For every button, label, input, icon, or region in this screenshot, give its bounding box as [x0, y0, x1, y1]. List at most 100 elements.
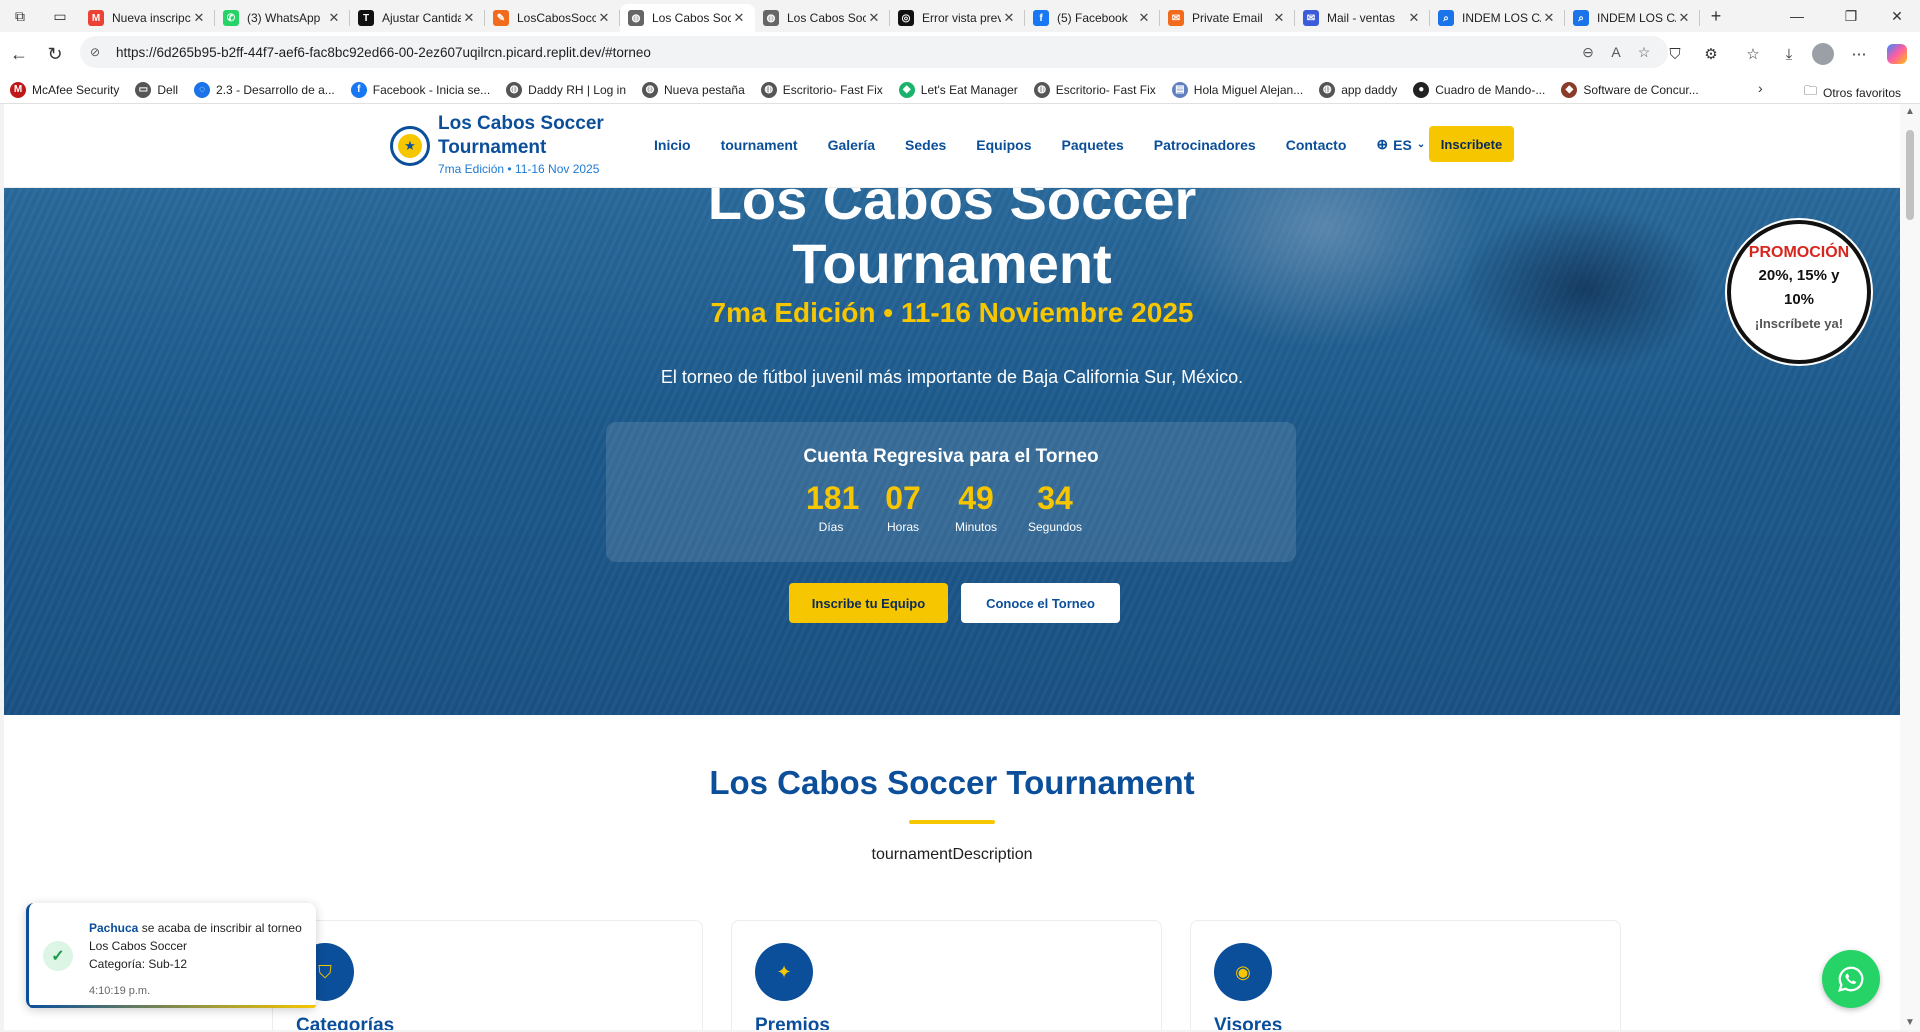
bookmark-item[interactable]: M McAfee Security: [10, 81, 120, 98]
more-menu-icon[interactable]: ⋯: [1845, 40, 1873, 68]
tab-close-icon[interactable]: ✕: [1271, 10, 1287, 26]
tab-title: INDEM LOS CABOS: [1597, 11, 1676, 25]
site-info-icon[interactable]: ⊘: [90, 45, 106, 59]
whatsapp-button[interactable]: [1822, 950, 1880, 1008]
zoom-icon[interactable]: ⊖: [1574, 44, 1602, 61]
bookmark-item[interactable]: ◍ Escritorio- Fast Fix: [760, 81, 883, 98]
browser-tab[interactable]: T Ajustar Cantidad✕: [350, 4, 485, 32]
tab-close-icon[interactable]: ✕: [1676, 10, 1692, 26]
vertical-tabs-icon[interactable]: ▭: [40, 0, 80, 32]
register-team-button[interactable]: Inscribe tu Equipo: [789, 583, 948, 623]
tab-close-icon[interactable]: ✕: [1541, 10, 1557, 26]
countdown-days-value: 181: [806, 480, 860, 516]
bookmark-favicon-icon: ▤: [1171, 81, 1188, 98]
nav-item-sedes[interactable]: Sedes: [905, 137, 946, 153]
bookmark-item[interactable]: ◍ Nueva pestaña: [642, 81, 745, 98]
learn-tournament-button[interactable]: Conoce el Torneo: [961, 583, 1120, 623]
tab-title: (3) WhatsApp: [247, 11, 321, 25]
tab-close-icon[interactable]: ✕: [461, 10, 477, 26]
downloads-icon[interactable]: ⤓: [1775, 40, 1803, 68]
browser-tab[interactable]: ✉ Private Email ✕: [1160, 4, 1295, 32]
read-aloud-icon[interactable]: A: [1602, 44, 1630, 60]
bookmark-item[interactable]: ◍ Escritorio- Fast Fix: [1033, 81, 1156, 98]
site-brand[interactable]: Los Cabos Soccer Tournament 7ma Edición …: [438, 112, 638, 176]
browser-tab[interactable]: ◍ Los Cabos Soccer✕: [620, 4, 755, 32]
browser-tab[interactable]: ✉ Mail - ventas ✕: [1295, 4, 1430, 32]
countdown-panel: Cuenta Regresiva para el Torneo 181 Días…: [606, 422, 1296, 562]
browser-tab[interactable]: ✆ (3) WhatsApp ✕: [215, 4, 350, 32]
bookmark-item[interactable]: ◍ Daddy RH | Log in: [506, 81, 626, 98]
nav-item-contacto[interactable]: Contacto: [1286, 137, 1347, 153]
tab-close-icon[interactable]: ✕: [1001, 10, 1017, 26]
main-nav: Inicio tournament Galería Sedes Equipos …: [654, 136, 1455, 153]
browser-tab[interactable]: f (5) Facebook ✕: [1025, 4, 1160, 32]
card-title: Premios: [755, 1015, 830, 1030]
new-tab-button[interactable]: +: [1700, 2, 1732, 30]
scroll-down-arrow-icon[interactable]: ▼: [1904, 1017, 1916, 1028]
tab-close-icon[interactable]: ✕: [326, 10, 342, 26]
page-scrollbar[interactable]: ▲ ▼: [1900, 104, 1920, 1030]
countdown-days-label: Días: [818, 520, 844, 534]
address-bar[interactable]: ⊘ https://6d265b95-b2ff-44f7-aef6-fac8bc…: [80, 36, 1668, 68]
scrollbar-thumb[interactable]: [1906, 130, 1914, 220]
registration-toast[interactable]: ✓ Pachuca se acaba de inscribir al torne…: [26, 903, 316, 1008]
nav-item-galeria[interactable]: Galería: [828, 137, 875, 153]
browser-tab[interactable]: M Nueva inscripción✕: [80, 4, 215, 32]
shield-extension-icon[interactable]: ⛉: [1661, 40, 1689, 68]
extensions-icon[interactable]: ⚙: [1697, 40, 1725, 68]
browser-tab[interactable]: ◎ Error vista previa✕: [890, 4, 1025, 32]
restore-button[interactable]: ❐: [1828, 0, 1874, 32]
bookmark-item[interactable]: ◌ 2.3 - Desarrollo de a...: [194, 81, 335, 98]
browser-tab[interactable]: ◍ Los Cabos Soccer✕: [755, 4, 890, 32]
nav-item-equipos[interactable]: Equipos: [976, 137, 1031, 153]
workspaces-icon[interactable]: ⧉: [0, 0, 40, 32]
nav-item-tournament[interactable]: tournament: [721, 137, 798, 153]
language-selector[interactable]: ⊕ ES ⌄: [1376, 136, 1425, 153]
tab-close-icon[interactable]: ✕: [866, 10, 882, 26]
profile-avatar[interactable]: [1809, 40, 1837, 68]
tab-close-icon[interactable]: ✕: [191, 10, 207, 26]
browser-tab[interactable]: ⌕ INDEM LOS CABOS✕: [1430, 4, 1565, 32]
back-icon[interactable]: ←: [2, 37, 36, 71]
nav-item-paquetes[interactable]: Paquetes: [1062, 137, 1124, 153]
toast-category: Categoría: Sub-12: [89, 957, 188, 971]
tab-close-icon[interactable]: ✕: [596, 10, 612, 26]
close-window-button[interactable]: ✕: [1874, 0, 1920, 32]
bookmark-item[interactable]: ◆ Let's Eat Manager: [898, 81, 1018, 98]
bookmark-item[interactable]: ▭ Dell: [135, 81, 178, 98]
bookmark-favicon-icon: ◍: [506, 81, 523, 98]
copilot-icon[interactable]: [1883, 40, 1911, 68]
bookmark-item[interactable]: ● Cuadro de Mando-...: [1413, 81, 1545, 98]
bookmark-item[interactable]: ◍ app daddy: [1319, 81, 1398, 98]
browser-tab[interactable]: ⌕ INDEM LOS CABOS✕: [1565, 4, 1700, 32]
favorite-star-icon[interactable]: ☆: [1630, 44, 1658, 61]
bookmark-item[interactable]: f Facebook - Inicia se...: [350, 81, 490, 98]
tab-close-icon[interactable]: ✕: [1136, 10, 1152, 26]
bookmark-label: app daddy: [1341, 82, 1398, 97]
nav-item-inicio[interactable]: Inicio: [654, 137, 691, 153]
card-premios[interactable]: ✦ Premios: [731, 920, 1162, 1030]
tab-favicon-icon: T: [358, 10, 374, 26]
bookmark-favicon-icon: ◆: [898, 81, 915, 98]
other-favorites[interactable]: 🗀 Otros favoritos: [1804, 82, 1901, 104]
tab-close-icon[interactable]: ✕: [1406, 10, 1422, 26]
url-text[interactable]: https://6d265b95-b2ff-44f7-aef6-fac8bc92…: [116, 45, 1574, 60]
brand-subtitle: 7ma Edición • 11-16 Nov 2025: [438, 162, 600, 176]
scroll-up-arrow-icon[interactable]: ▲: [1904, 106, 1916, 117]
reload-icon[interactable]: ↻: [38, 37, 72, 71]
inscribete-button[interactable]: Inscribete: [1429, 126, 1514, 162]
card-visores[interactable]: ◉ Visores: [1190, 920, 1621, 1030]
browser-tab[interactable]: ✎ LosCabosSoccer✕: [485, 4, 620, 32]
bookmark-item[interactable]: ◆ Software de Concur...: [1561, 81, 1699, 98]
favorites-icon[interactable]: ☆: [1739, 40, 1767, 68]
bookmark-label: McAfee Security: [32, 82, 120, 97]
nav-item-patrocinadores[interactable]: Patrocinadores: [1154, 137, 1256, 153]
bookmarks-overflow-chevron-icon[interactable]: ›: [1758, 80, 1763, 96]
promotion-badge[interactable]: PROMOCIÓN 20%, 15% y 10% ¡Inscríbete ya!: [1727, 220, 1871, 364]
card-categorias[interactable]: ⛉ Categorías: [272, 920, 703, 1030]
site-logo[interactable]: ★: [390, 126, 430, 166]
bookmark-favicon-icon: M: [10, 81, 26, 98]
minimize-button[interactable]: —: [1774, 0, 1820, 32]
bookmark-item[interactable]: ▤ Hola Miguel Alejan...: [1171, 81, 1303, 98]
tab-close-icon[interactable]: ✕: [731, 10, 747, 26]
